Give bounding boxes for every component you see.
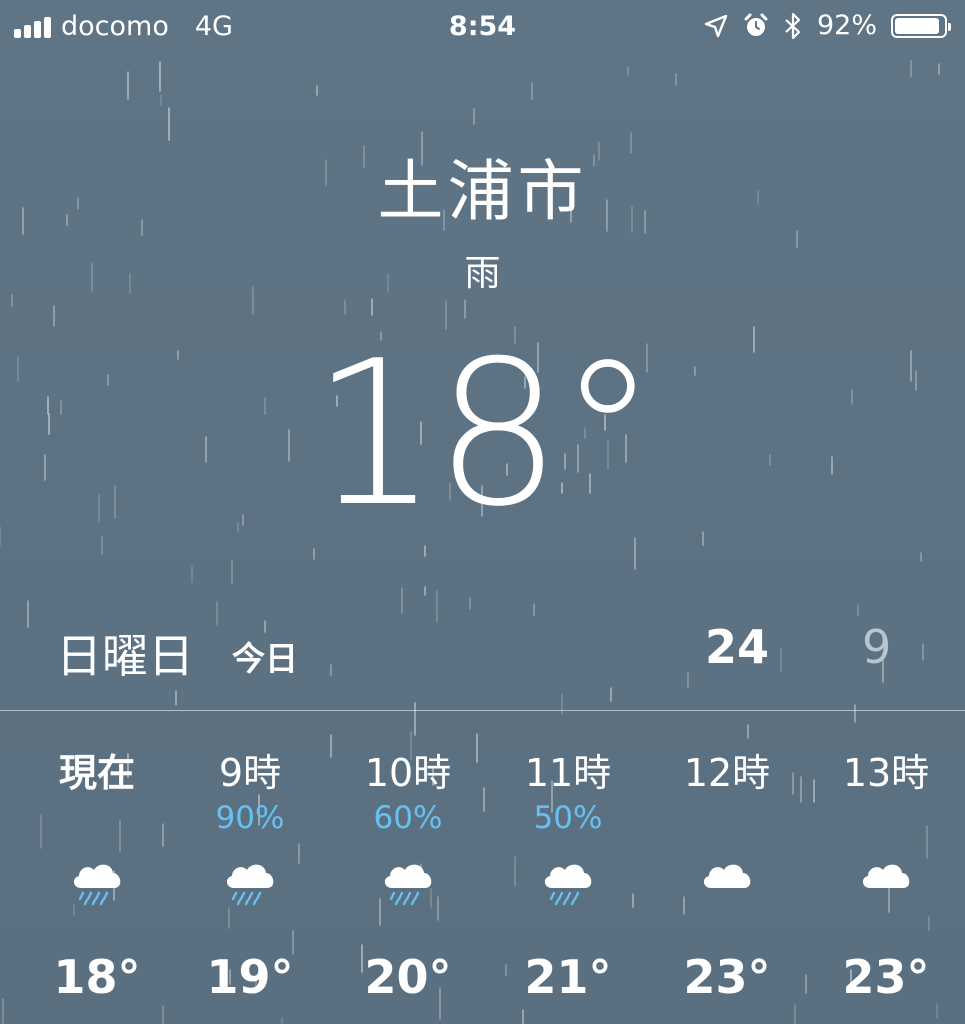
- high-temperature: 24: [705, 620, 770, 674]
- alarm-clock-icon: [744, 13, 768, 36]
- hourly-item: 12時 23°: [647, 712, 807, 1024]
- rain-cloud-icon: [220, 848, 280, 908]
- hour-label: 12時: [683, 751, 771, 795]
- hourly-item: 9時 90% 19°: [170, 712, 330, 1024]
- precipitation-chance: 60%: [373, 800, 443, 836]
- divider: [0, 710, 965, 711]
- current-temperature: 18°: [311, 318, 658, 551]
- battery-fill: [895, 17, 940, 34]
- hour-label: 現在: [58, 751, 135, 795]
- hour-label: 11時: [524, 751, 612, 795]
- day-of-week: 日曜日: [56, 629, 194, 683]
- bluetooth-icon: [785, 12, 801, 39]
- hour-temperature: 19°: [206, 950, 294, 1004]
- hourly-item: 13時 23°: [806, 712, 965, 1024]
- hour-temperature: 20°: [364, 950, 452, 1004]
- precipitation-chance: 90%: [215, 800, 285, 836]
- hourly-item: 11時 50% 21°: [488, 712, 648, 1024]
- hour-temperature: 21°: [524, 950, 612, 1004]
- hour-label: 10時: [364, 751, 452, 795]
- precipitation-chance: 50%: [533, 800, 603, 836]
- location-arrow-icon: [704, 14, 728, 37]
- hourly-forecast[interactable]: 現在 18° 9時 90% 19° 10時 60% 20° 11時 50% 21…: [0, 712, 965, 1024]
- city-name: 土浦市: [377, 153, 588, 230]
- hourly-item: 現在 18°: [17, 712, 177, 1024]
- battery-percentage: 92%: [816, 10, 877, 41]
- hour-temperature: 23°: [683, 950, 771, 1004]
- hourly-item: 10時 60% 20°: [328, 712, 488, 1024]
- status-bar-right: 92%: [703, 10, 951, 41]
- hour-temperature: 23°: [842, 950, 930, 1004]
- weather-condition: 雨: [464, 253, 501, 294]
- rain-cloud-icon: [538, 848, 598, 908]
- today-summary-row: 日曜日 今日 24 9: [0, 612, 965, 683]
- today-label: 今日: [232, 639, 298, 678]
- battery-icon: [891, 13, 951, 38]
- rain-cloud-icon: [67, 848, 127, 908]
- hour-temperature: 18°: [53, 950, 141, 1004]
- low-temperature: 9: [862, 620, 892, 674]
- hour-label: 9時: [218, 751, 282, 795]
- cloud-icon: [697, 848, 757, 908]
- hour-label: 13時: [842, 751, 930, 795]
- status-bar: docomo 4G 8:54 92%: [0, 0, 965, 56]
- cloud-icon: [856, 848, 916, 908]
- rain-cloud-icon: [378, 848, 438, 908]
